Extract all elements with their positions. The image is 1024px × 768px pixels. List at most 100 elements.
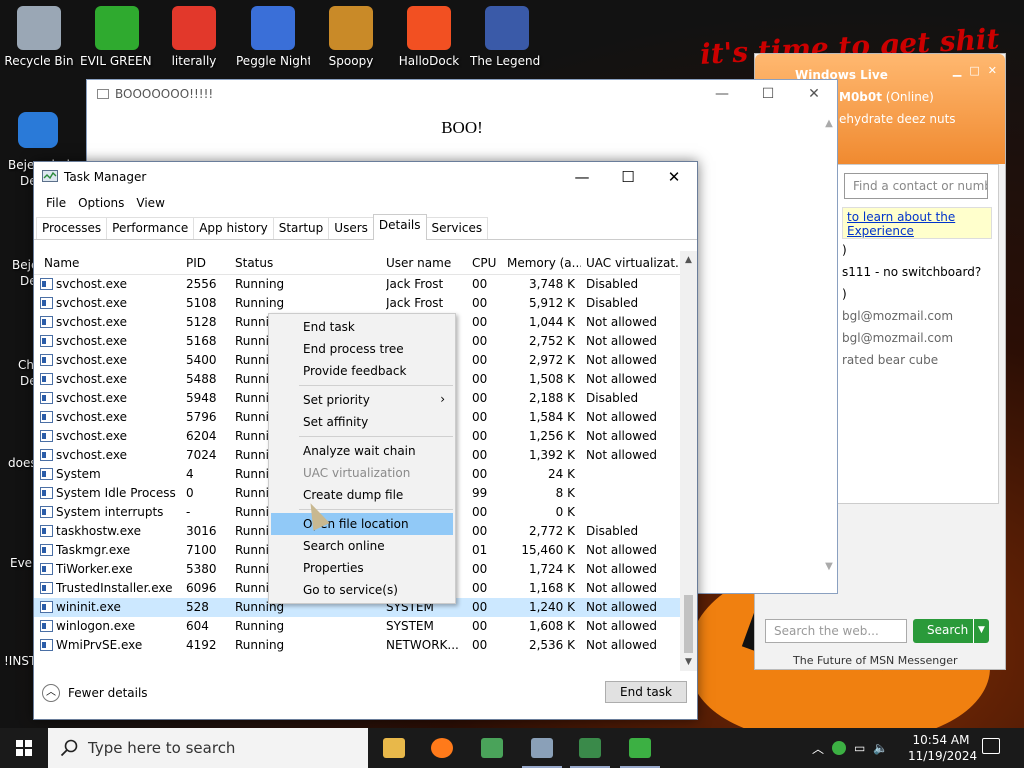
contact-search-input[interactable]: Find a contact or number [844, 173, 988, 199]
close-icon[interactable]: ✕ [651, 168, 697, 186]
minimize-icon[interactable]: — [559, 168, 605, 186]
maximize-icon[interactable]: ☐ [605, 168, 651, 186]
notification-icon[interactable] [982, 738, 1000, 754]
msn-info-link[interactable]: to learn about the Experience [842, 207, 992, 239]
chevron-down-icon[interactable]: ▼ [973, 619, 989, 643]
msn-username-row[interactable]: M0b0t (Online) [839, 90, 934, 104]
app-shortcut-icon [172, 6, 216, 50]
desktop-icon[interactable]: Peggle Nights Del... [236, 6, 310, 68]
taskbar-app-firefox[interactable] [418, 728, 466, 768]
column-name[interactable]: Name [44, 256, 79, 270]
context-menu-item[interactable]: Search online [269, 535, 455, 557]
bejeweled-icon[interactable] [18, 112, 58, 148]
scroll-up-icon[interactable]: ▲ [680, 255, 697, 265]
context-menu-item-label: Analyze wait chain [303, 444, 416, 458]
cell-pid: 5380 [186, 562, 217, 576]
contact-item[interactable]: rated bear cube [842, 353, 938, 367]
context-menu-item[interactable]: Open file location [271, 513, 453, 535]
maximize-icon[interactable]: ☐ [745, 86, 791, 102]
contact-item[interactable]: bgl@mozmail.com [842, 309, 953, 323]
context-menu-item[interactable]: End task [269, 316, 455, 338]
context-menu-item[interactable]: End process tree [269, 338, 455, 360]
desktop-icon[interactable]: The Legend of Tik... [470, 6, 544, 68]
network-icon[interactable]: ▭ [854, 741, 865, 755]
start-button[interactable] [0, 728, 48, 768]
tab-users[interactable]: Users [328, 217, 374, 239]
table-row[interactable]: svchost.exe 2556 Running Jack Frost 00 3,748 … [34, 275, 680, 294]
context-menu-item-label: Search online [303, 539, 385, 553]
scroll-down-icon[interactable]: ▼ [680, 657, 697, 667]
process-table-scrollbar[interactable]: ▲ ▼ [680, 251, 697, 671]
table-header: Name PID Status User name CPU Memory (a.… [34, 251, 697, 275]
desktop-icon-label: HalloDock [398, 54, 460, 68]
column-cpu[interactable]: CPU [472, 256, 496, 270]
context-menu-item[interactable]: Go to service(s) [269, 579, 455, 601]
column-status[interactable]: Status [235, 256, 273, 270]
msn-tray-icon[interactable] [832, 741, 847, 755]
cell-pid: 5128 [186, 315, 217, 329]
desktop-icon[interactable]: Recycle Bin [2, 6, 76, 68]
tab-details[interactable]: Details [372, 214, 427, 240]
web-search-input[interactable]: Search the web... [765, 619, 907, 643]
boo-scrollbar[interactable]: ▲ ▼ [821, 118, 837, 588]
desktop-icon[interactable]: HalloDock [392, 6, 466, 68]
fewer-details-button[interactable]: ︿ Fewer details [42, 684, 148, 702]
scroll-down-icon[interactable]: ▼ [821, 561, 837, 572]
msn-close-icon[interactable]: ✕ [988, 64, 997, 77]
menu-options[interactable]: Options [72, 196, 130, 210]
contact-item[interactable]: bgl@mozmail.com [842, 331, 953, 345]
task-manager-title: Task Manager [64, 170, 147, 184]
context-menu-item[interactable]: Set priority › [269, 389, 455, 411]
column-uac[interactable]: UAC virtualizat... [586, 256, 678, 270]
end-task-button[interactable]: End task [605, 681, 687, 703]
desktop-icon[interactable]: EVIL GREEN MSN GO... [80, 6, 154, 68]
context-menu-item[interactable]: Provide feedback [269, 360, 455, 382]
table-row[interactable]: winlogon.exe 604 Running SYSTEM 00 1,608 K Not… [34, 617, 680, 636]
column-memory[interactable]: Memory (a... [507, 256, 581, 270]
table-row[interactable]: svchost.exe 5108 Running Jack Frost 00 5,912 … [34, 294, 680, 313]
menu-file[interactable]: File [40, 196, 72, 210]
desktop-icon[interactable]: literally [157, 6, 231, 68]
boo-titlebar: BOOOOOOO!!!!! — ☐ ✕ [87, 80, 837, 108]
taskbar-app-google-maps[interactable] [468, 728, 516, 768]
taskbar-search-box[interactable]: Type here to search [48, 728, 368, 768]
cell-name: Taskmgr.exe [56, 543, 131, 557]
taskbar-app-msn-messenger[interactable] [616, 728, 664, 768]
desktop-icon[interactable]: Spoopy [314, 6, 388, 68]
context-menu-item[interactable]: Analyze wait chain [269, 440, 455, 462]
volume-icon[interactable]: 🔈 [873, 741, 888, 755]
minimize-icon[interactable]: — [699, 86, 745, 102]
close-icon[interactable]: ✕ [791, 86, 837, 102]
taskbar-app-task-manager[interactable] [518, 728, 566, 768]
msn-personal-message[interactable]: ehydrate deez nuts [839, 112, 956, 126]
cell-cpu: 99 [472, 486, 488, 500]
tab-services[interactable]: Services [425, 217, 489, 239]
context-menu-item[interactable]: Create dump file [269, 484, 455, 506]
taskbar-app-file-explorer[interactable] [370, 728, 418, 768]
menu-view[interactable]: View [130, 196, 170, 210]
msn-maximize-icon[interactable]: □ [969, 64, 979, 77]
web-search-button[interactable]: Search ▼ [913, 619, 989, 643]
contact-item[interactable]: s111 - no switchboard? [842, 265, 981, 279]
chevron-up-icon[interactable]: ︿ [812, 740, 824, 757]
context-menu-item[interactable]: Set affinity [269, 411, 455, 433]
scroll-up-icon[interactable]: ▲ [821, 118, 837, 129]
tab-startup[interactable]: Startup [272, 217, 330, 239]
process-icon [40, 411, 53, 423]
column-pid[interactable]: PID [186, 256, 206, 270]
contact-item[interactable]: ) [842, 287, 847, 301]
scrollbar-thumb[interactable] [684, 595, 693, 653]
tab-processes[interactable]: Processes [36, 217, 108, 239]
column-user-name[interactable]: User name [386, 256, 451, 270]
table-row[interactable]: WmiPrvSE.exe 4192 Running NETWORK... 00 2,536… [34, 636, 680, 655]
tab-performance[interactable]: Performance [106, 217, 195, 239]
process-icon [40, 639, 53, 651]
contact-item[interactable]: ) [842, 243, 847, 257]
desktop-icon-label: The Legend of Tik... [470, 54, 544, 68]
tab-app-history[interactable]: App history [193, 217, 274, 239]
search-icon [60, 739, 78, 757]
context-menu-item[interactable]: Properties [269, 557, 455, 579]
taskbar-app-boo-app[interactable] [566, 728, 614, 768]
taskbar-clock[interactable]: 10:54 AM 11/19/2024 [908, 732, 977, 764]
msn-minimize-icon[interactable]: ▁ [953, 64, 961, 77]
